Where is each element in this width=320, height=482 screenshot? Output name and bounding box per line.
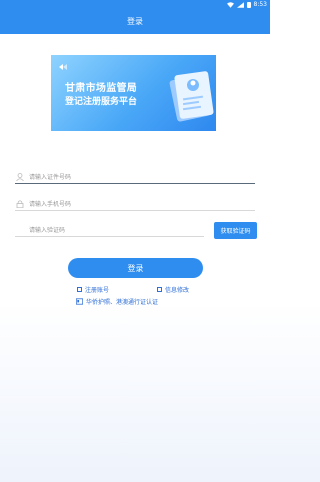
passport-auth-label: 华侨护照、港澳通行证认证 <box>86 299 159 306</box>
modify-label: 信息修改 <box>165 287 190 294</box>
checkbox-icon <box>157 287 162 292</box>
verification-code-underline <box>15 236 204 237</box>
banner-image: 甘肃市场监管局 登记注册服务平台 <box>51 55 216 131</box>
user-icon <box>16 173 24 181</box>
battery-icon <box>246 1 251 8</box>
banner-title: 甘肃市场监管局 <box>65 83 138 94</box>
status-bar: 8:53 <box>0 0 270 9</box>
banner-subtitle: 登记注册服务平台 <box>65 97 138 107</box>
get-code-button[interactable]: 获取验证码 <box>214 222 257 239</box>
id-card-icon <box>76 298 83 305</box>
phone-underline <box>15 210 255 211</box>
signal-icon <box>236 1 244 8</box>
login-button[interactable]: 登录 <box>68 258 203 278</box>
id-number-field[interactable]: 请输入证件号码 <box>15 170 255 184</box>
status-time: 8:53 <box>253 1 267 8</box>
modify-info-link[interactable]: 信息修改 <box>157 285 189 294</box>
id-number-placeholder: 请输入证件号码 <box>29 174 72 181</box>
verification-code-placeholder: 请输入验证码 <box>29 227 66 234</box>
passport-auth-link[interactable]: 华侨护照、港澳通行证认证 <box>76 297 158 306</box>
app-bar: 登录 <box>0 9 270 34</box>
banner-logo-icon <box>59 64 67 70</box>
status-icons: 8:53 <box>226 1 267 8</box>
register-label: 注册账号 <box>85 287 110 294</box>
phone-placeholder: 请输入手机号码 <box>29 201 72 208</box>
phone-field[interactable]: 请输入手机号码 <box>15 197 255 211</box>
document-illustration-icon <box>169 71 214 122</box>
verification-code-field[interactable]: 请输入验证码 <box>15 223 204 237</box>
wifi-icon <box>226 1 234 8</box>
lock-icon <box>16 200 24 208</box>
page-title: 登录 <box>127 17 143 26</box>
id-number-underline <box>15 182 255 184</box>
register-link[interactable]: 注册账号 <box>77 285 109 294</box>
checkbox-icon <box>77 287 82 292</box>
